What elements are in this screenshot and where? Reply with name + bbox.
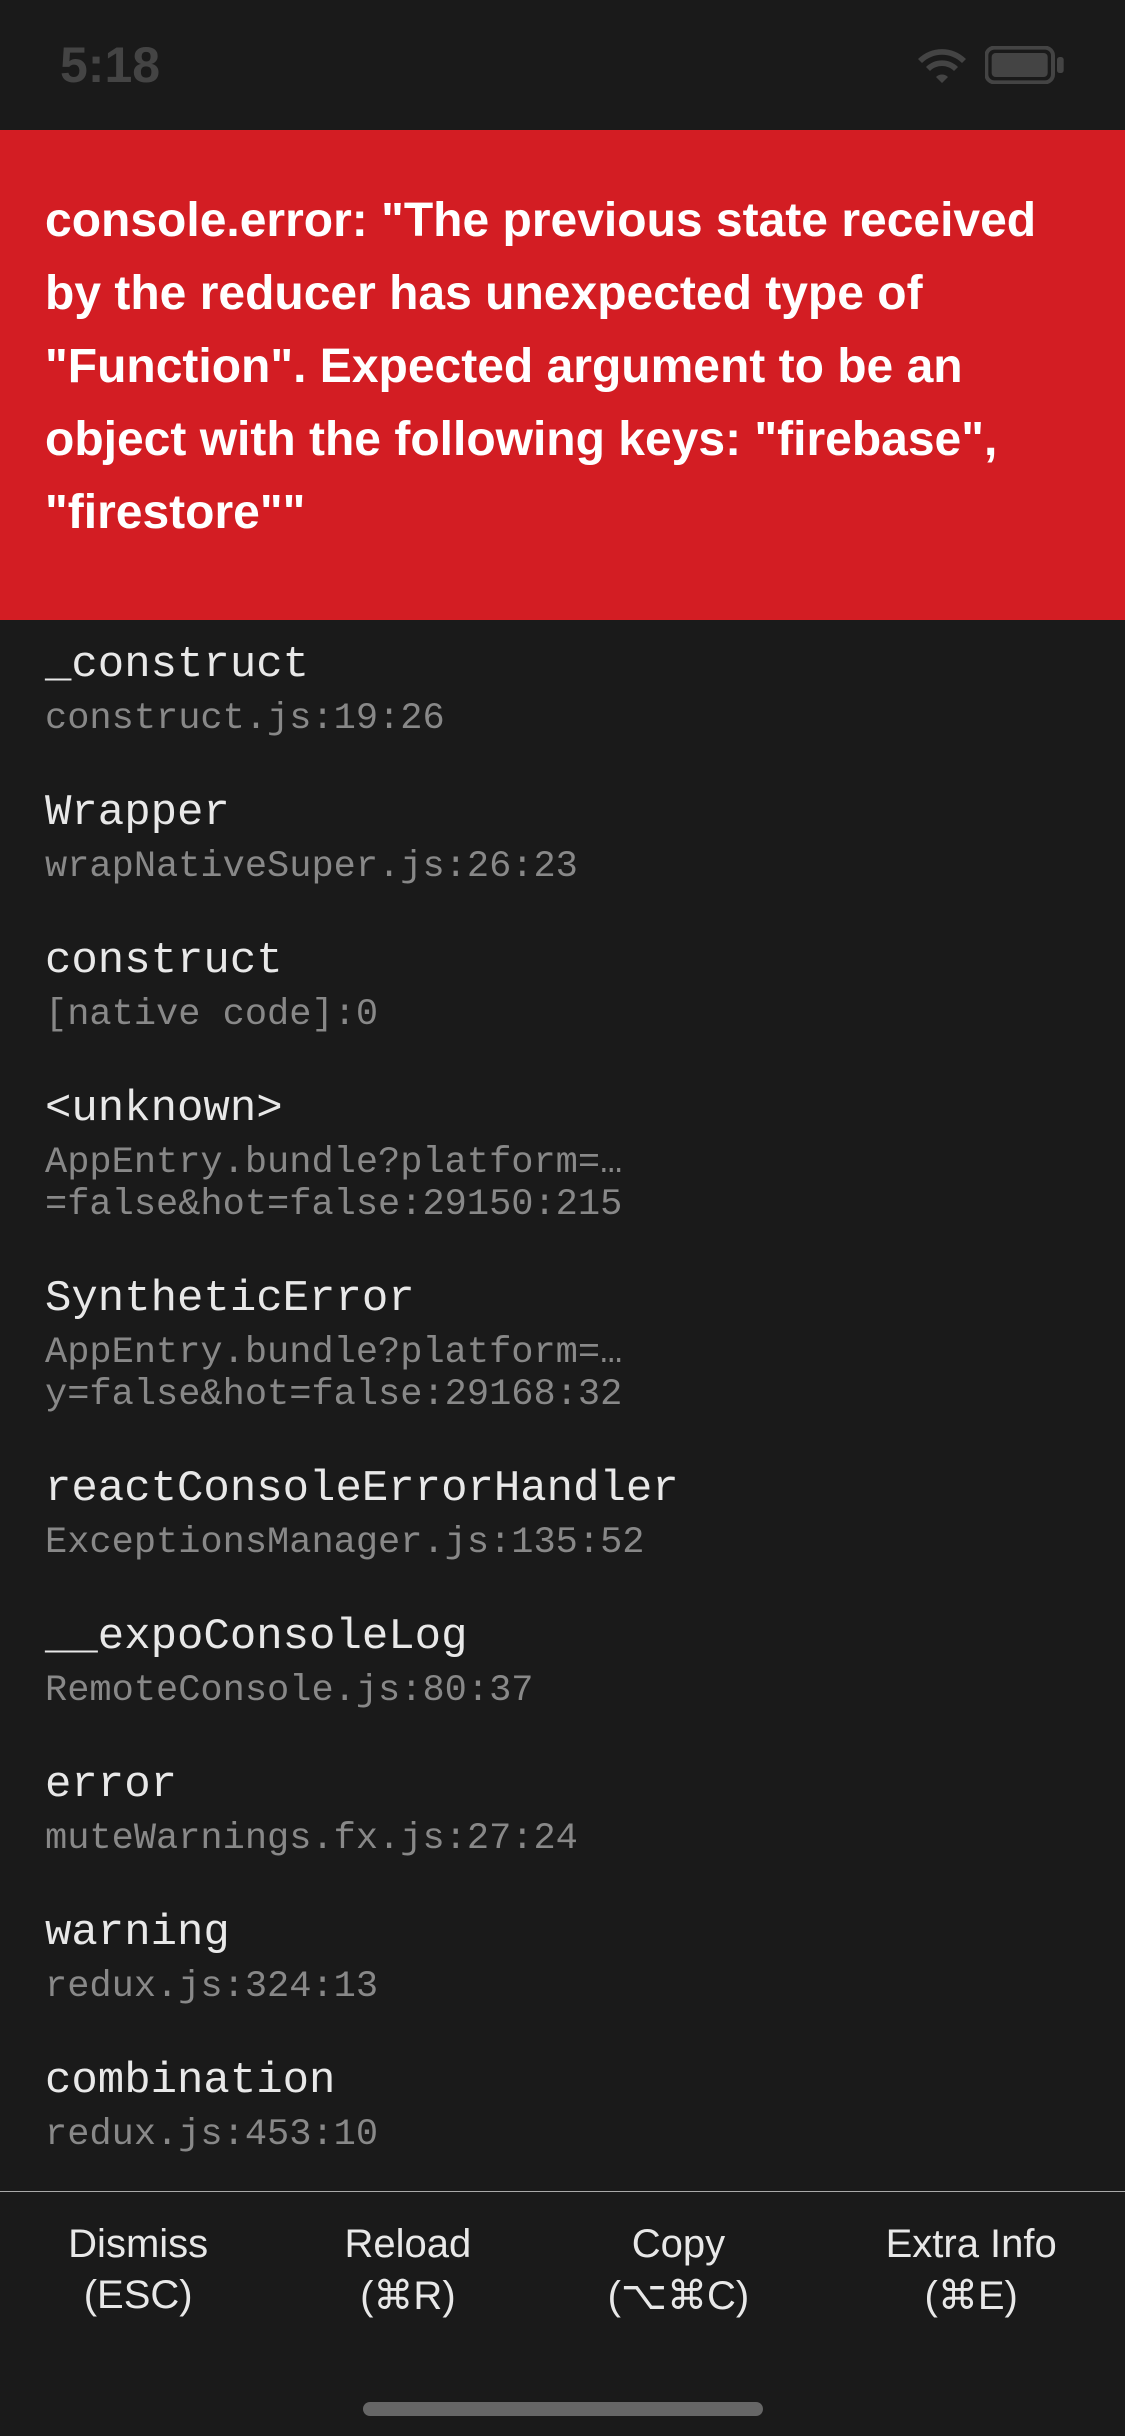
stack-frame[interactable]: reactConsoleErrorHandler ExceptionsManage… <box>45 1464 1080 1564</box>
stack-frame[interactable]: <unknown> AppEntry.bundle?platform=…=fals… <box>45 1084 1080 1226</box>
frame-name: __expoConsoleLog <box>45 1612 1080 1662</box>
copy-shortcut: (⌥⌘C) <box>608 2273 750 2319</box>
dismiss-label: Dismiss <box>68 2222 208 2267</box>
extra-info-shortcut: (⌘E) <box>925 2273 1018 2319</box>
frame-name: Wrapper <box>45 788 1080 838</box>
stack-frame[interactable]: _construct construct.js:19:26 <box>45 640 1080 740</box>
frame-name: SyntheticError <box>45 1274 1080 1324</box>
frame-location: redux.js:324:13 <box>45 1966 1080 2008</box>
error-header: console.error: "The previous state recei… <box>0 130 1125 620</box>
stack-frame[interactable]: warning redux.js:324:13 <box>45 1908 1080 2008</box>
status-time: 5:18 <box>60 36 160 94</box>
extra-info-label: Extra Info <box>886 2222 1057 2267</box>
frame-name: error <box>45 1760 1080 1810</box>
status-icons <box>917 46 1065 84</box>
frame-name: _construct <box>45 640 1080 690</box>
frame-location: [native code]:0 <box>45 994 1080 1036</box>
copy-button[interactable]: Copy (⌥⌘C) <box>608 2222 750 2319</box>
frame-location: wrapNativeSuper.js:26:23 <box>45 846 1080 888</box>
frame-location: construct.js:19:26 <box>45 698 1080 740</box>
frame-location: ExceptionsManager.js:135:52 <box>45 1522 1080 1564</box>
stack-frame[interactable]: construct [native code]:0 <box>45 936 1080 1036</box>
frame-location: redux.js:453:10 <box>45 2114 1080 2156</box>
dismiss-button[interactable]: Dismiss (ESC) <box>68 2222 208 2318</box>
battery-icon <box>985 46 1065 84</box>
status-bar: 5:18 <box>0 0 1125 130</box>
stack-frame[interactable]: __expoConsoleLog RemoteConsole.js:80:37 <box>45 1612 1080 1712</box>
stack-trace[interactable]: _construct construct.js:19:26 Wrapper wrapN… <box>0 620 1125 2320</box>
stack-frame[interactable]: SyntheticError AppEntry.bundle?platform=…… <box>45 1274 1080 1416</box>
frame-name: <unknown> <box>45 1084 1080 1134</box>
frame-name: combination <box>45 2056 1080 2106</box>
stack-frame[interactable]: error muteWarnings.fx.js:27:24 <box>45 1760 1080 1860</box>
extra-info-button[interactable]: Extra Info (⌘E) <box>886 2222 1057 2319</box>
home-indicator[interactable] <box>363 2402 763 2416</box>
frame-location: muteWarnings.fx.js:27:24 <box>45 1818 1080 1860</box>
bottom-toolbar: Dismiss (ESC) Reload (⌘R) Copy (⌥⌘C) Ext… <box>0 2191 1125 2436</box>
frame-location: AppEntry.bundle?platform=…=false&hot=fal… <box>45 1142 1080 1226</box>
reload-shortcut: (⌘R) <box>360 2273 456 2319</box>
frame-name: reactConsoleErrorHandler <box>45 1464 1080 1514</box>
wifi-icon <box>917 47 967 83</box>
copy-label: Copy <box>632 2222 725 2267</box>
stack-frame[interactable]: Wrapper wrapNativeSuper.js:26:23 <box>45 788 1080 888</box>
frame-location: AppEntry.bundle?platform=…y=false&hot=fa… <box>45 1332 1080 1416</box>
frame-name: warning <box>45 1908 1080 1958</box>
frame-name: construct <box>45 936 1080 986</box>
reload-label: Reload <box>345 2222 472 2267</box>
reload-button[interactable]: Reload (⌘R) <box>345 2222 472 2319</box>
error-message: console.error: "The previous state recei… <box>45 185 1080 550</box>
dismiss-shortcut: (ESC) <box>84 2273 193 2318</box>
frame-location: RemoteConsole.js:80:37 <box>45 1670 1080 1712</box>
stack-frame[interactable]: combination redux.js:453:10 <box>45 2056 1080 2156</box>
